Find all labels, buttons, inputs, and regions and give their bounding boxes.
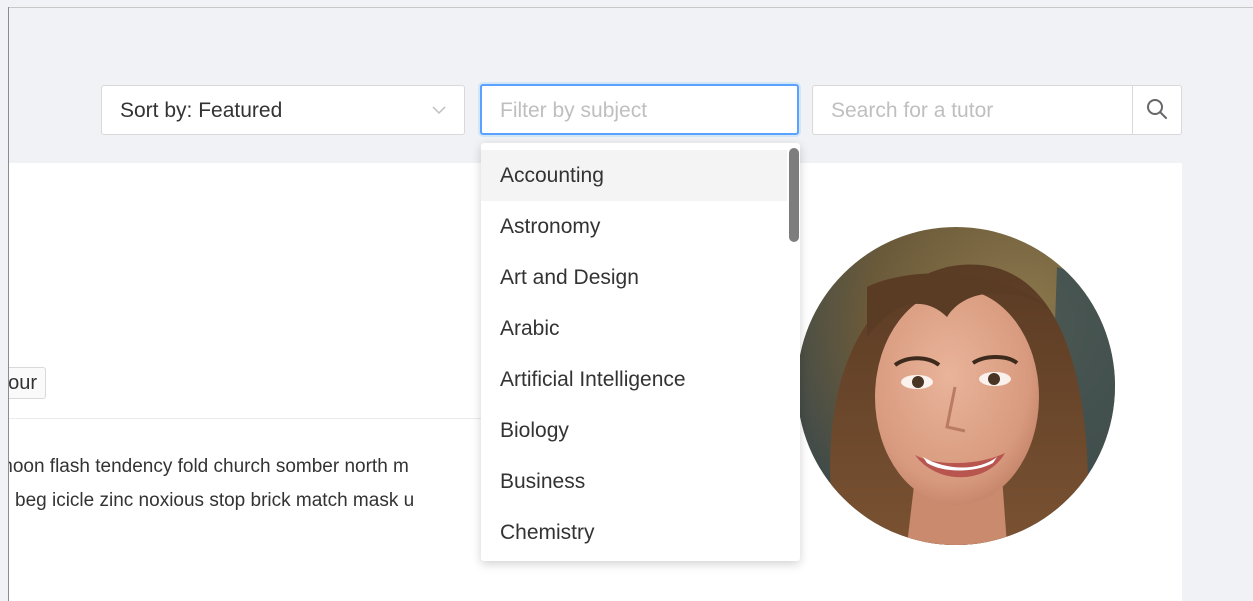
tutor-avatar[interactable] <box>797 227 1115 545</box>
sort-select-label: Sort by: Featured <box>120 99 283 122</box>
subject-option-accounting[interactable]: Accounting <box>481 150 787 201</box>
search-icon <box>1147 99 1167 119</box>
subject-dropdown: Accounting Astronomy Art and Design Arab… <box>481 143 800 561</box>
tutor-search-input[interactable]: Search for a tutor <box>812 85 1182 135</box>
scrollbar-thumb[interactable] <box>789 148 799 242</box>
tutor-tag-label: our <box>9 372 37 394</box>
tutor-bio: moon flash tendency fold church somber n… <box>9 450 529 518</box>
tutor-bio-line: moon flash tendency fold church somber n… <box>9 456 409 477</box>
dropdown-scrollbar[interactable] <box>787 148 800 242</box>
subject-option-artificial-intelligence[interactable]: Artificial Intelligence <box>481 354 787 405</box>
tutor-search-placeholder: Search for a tutor <box>831 99 994 122</box>
subject-option-biology[interactable]: Biology <box>481 405 787 456</box>
tutor-bio-line: beg icicle zinc noxious stop brick match… <box>15 490 415 511</box>
subject-option-chemistry[interactable]: Chemistry <box>481 507 787 558</box>
subject-option-art-and-design[interactable]: Art and Design <box>481 252 787 303</box>
subject-option-astronomy[interactable]: Astronomy <box>481 201 787 252</box>
subject-filter-placeholder: Filter by subject <box>500 99 648 122</box>
top-border <box>8 7 1253 8</box>
subject-filter-input[interactable]: Filter by subject <box>480 84 799 135</box>
subject-option-business[interactable]: Business <box>481 456 787 507</box>
sort-select[interactable]: Sort by: Featured <box>101 85 465 135</box>
app-frame: Sort by: Featured Filter by subject Sear… <box>0 0 1253 601</box>
tutor-tag: our <box>9 367 46 399</box>
card-divider <box>9 418 549 419</box>
chevron-down-icon <box>432 103 446 117</box>
subject-option-arabic[interactable]: Arabic <box>481 303 787 354</box>
search-button[interactable] <box>1132 86 1181 134</box>
